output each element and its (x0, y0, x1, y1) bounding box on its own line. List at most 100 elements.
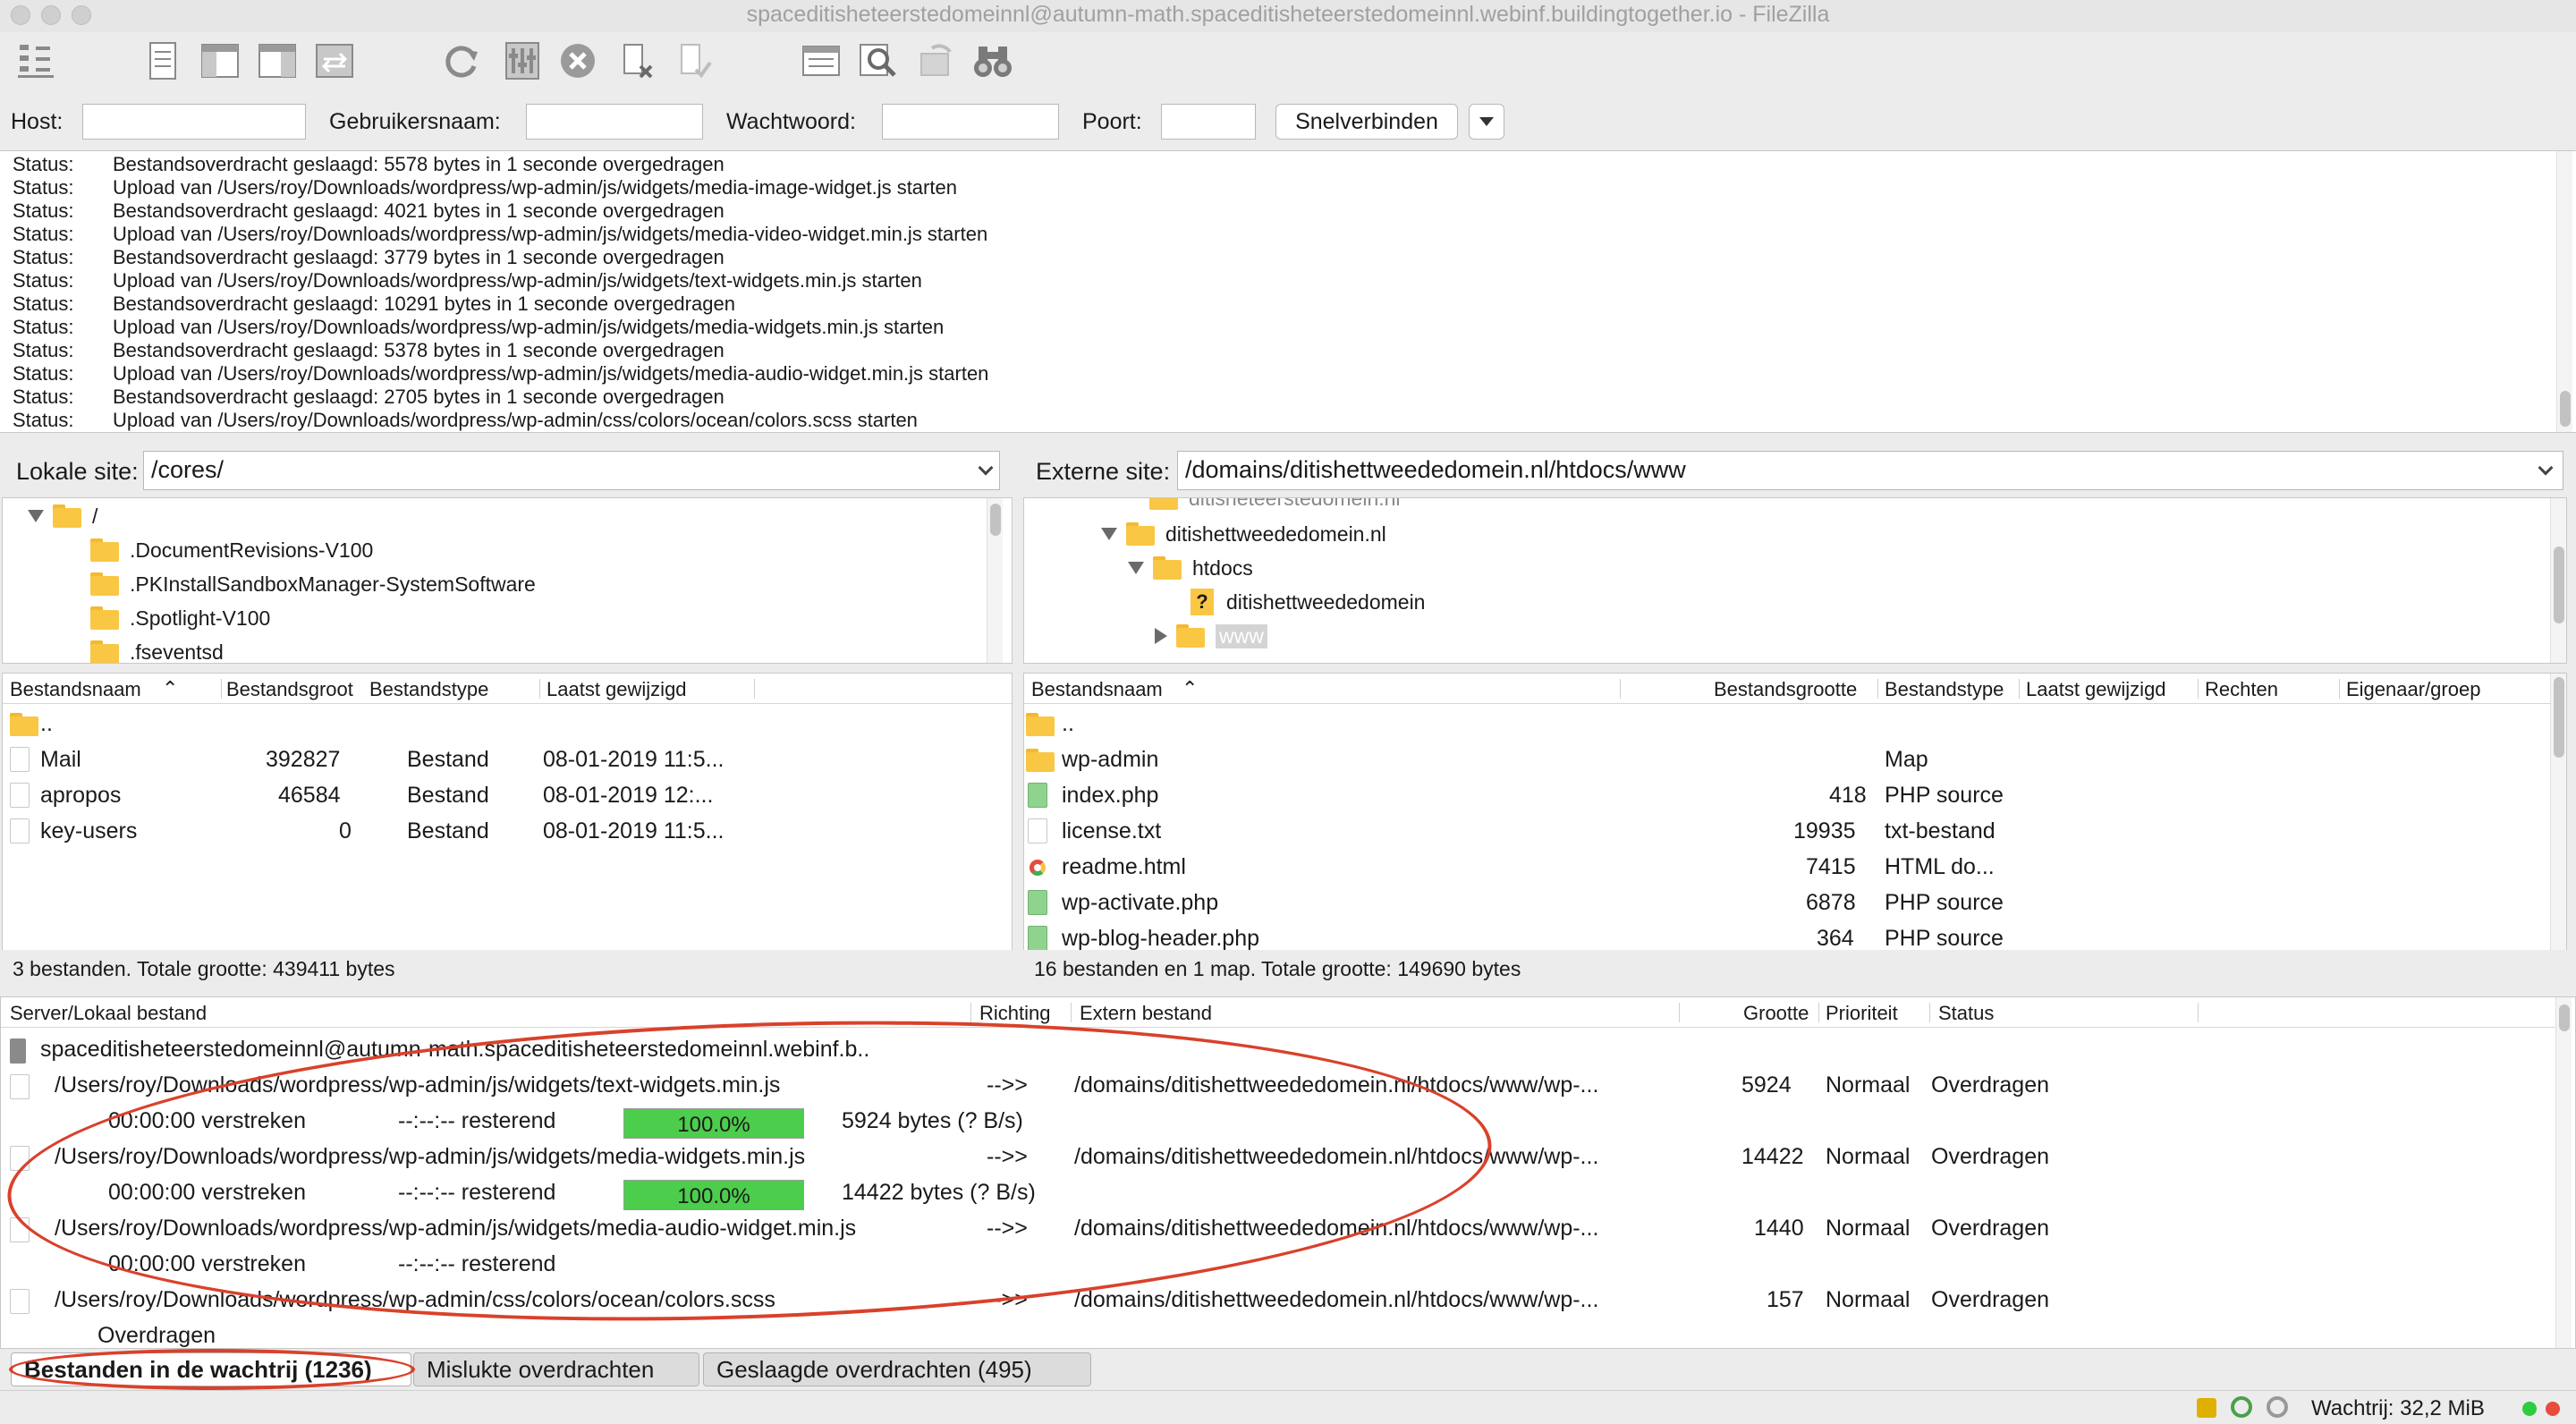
tree-item[interactable]: htdocs (1128, 552, 1253, 584)
php-file-icon (1028, 890, 1047, 915)
list-item[interactable]: readme.html 7415 HTML do... (1024, 849, 2550, 885)
tree-item[interactable]: ditisheteerstedomein.nl (1149, 498, 1401, 514)
tab-queued-files[interactable]: Bestanden in de wachtrij (1236) (11, 1352, 411, 1386)
remote-tree[interactable]: ditisheteerstedomein.nl ditishettweededo… (1023, 497, 2567, 664)
tab-failed-transfers[interactable]: Mislukte overdrachten (413, 1352, 699, 1386)
remote-column-header: Bestandsnaam ⌃ Bestandsgrootte Bestandst… (1024, 674, 2550, 704)
column-server-local[interactable]: Server/Lokaal bestand (10, 1002, 207, 1025)
refresh-icon[interactable] (436, 36, 487, 86)
local-site-bar: Lokale site: /cores/ (0, 447, 1011, 494)
log-scrollbar[interactable] (2556, 151, 2572, 432)
column-permissions[interactable]: Rechten (2205, 678, 2278, 701)
column-name[interactable]: Bestandsnaam (10, 678, 141, 701)
remote-file-list[interactable]: Bestandsnaam ⌃ Bestandsgrootte Bestandst… (1023, 673, 2567, 952)
local-path-input[interactable]: /cores/ (143, 451, 1000, 490)
column-status[interactable]: Status (1938, 1002, 1994, 1025)
synchronized-browsing-icon[interactable] (911, 36, 961, 86)
remote-status: 16 bestanden en 1 map. Totale grootte: 1… (1023, 950, 2567, 986)
transfer-queue[interactable]: Server/Lokaal bestand Richting Extern be… (0, 996, 2576, 1349)
remote-path-dropdown[interactable] (2529, 451, 2562, 490)
column-size[interactable]: Grootte (1743, 1002, 1809, 1025)
php-file-icon (1028, 926, 1047, 951)
list-item[interactable]: wp-blog-header.php 364 PHP source (1024, 920, 2550, 951)
folder-icon (1149, 498, 1178, 510)
message-log[interactable]: Status: Bestandsoverdracht geslaagd: 5578… (0, 150, 2576, 433)
list-item[interactable]: wp-admin Map (1024, 742, 2550, 777)
cancel-icon[interactable] (553, 36, 603, 86)
list-item[interactable]: key-users 0 Bestand 08-01-2019 11:5... (3, 813, 1012, 849)
queue-scrollbar[interactable] (2555, 997, 2572, 1348)
local-tree[interactable]: / .DocumentRevisions-V100 .PKInstallSand… (2, 497, 1013, 664)
reconnect-icon[interactable] (669, 36, 719, 86)
host-input[interactable] (82, 104, 306, 140)
message-log-icon[interactable] (138, 36, 188, 86)
column-direction[interactable]: Richting (979, 1002, 1050, 1025)
list-item[interactable]: .. (3, 706, 1012, 742)
tab-successful-transfers[interactable]: Geslaagde overdrachten (495) (703, 1352, 1091, 1386)
column-owner[interactable]: Eigenaar/groep (2346, 678, 2480, 701)
column-type[interactable]: Bestandstype (369, 678, 488, 701)
quickconnect-history-button[interactable] (1469, 104, 1504, 140)
queue-server-row[interactable]: spaceditisheteerstedomeinnl@autumn-math.… (1, 1033, 2555, 1067)
column-size[interactable]: Bestandsgroot (226, 678, 353, 701)
queue-item-progress: 00:00:00 verstreken --:--:-- resterend 1… (108, 1180, 1036, 1210)
remote-list-scrollbar[interactable] (2550, 674, 2566, 951)
folder-icon (53, 504, 81, 528)
tree-item[interactable]: ditishettweededomein.nl (1101, 518, 1386, 550)
tree-item[interactable]: .Spotlight-V100 (90, 602, 270, 634)
local-path-dropdown[interactable] (970, 451, 1002, 490)
tree-item[interactable]: / (28, 500, 97, 532)
tree-item[interactable]: .fseventsd (90, 636, 224, 663)
folder-icon (90, 538, 119, 562)
list-item[interactable]: index.php 418 PHP source (1024, 777, 2550, 813)
list-item[interactable]: wp-activate.php 6878 PHP source (1024, 885, 2550, 920)
column-priority[interactable]: Prioriteit (1826, 1002, 1898, 1025)
disconnect-icon[interactable] (612, 36, 662, 86)
filter-icon[interactable] (497, 36, 547, 86)
quickconnect-button[interactable]: Snelverbinden (1275, 104, 1458, 140)
file-icon (10, 1074, 30, 1099)
port-input[interactable] (1161, 104, 1256, 140)
column-type[interactable]: Bestandstype (1885, 678, 2004, 701)
transfer-queue-icon[interactable] (309, 36, 360, 86)
tree-item[interactable]: .PKInstallSandboxManager-SystemSoftware (90, 568, 536, 600)
column-size[interactable]: Bestandsgrootte (1714, 678, 1857, 701)
folder-icon (1176, 624, 1205, 648)
binoculars-icon[interactable] (968, 36, 1018, 86)
progress-bar: 100.0% (623, 1108, 804, 1139)
chevron-down-icon (2538, 460, 2554, 476)
username-input[interactable] (526, 104, 703, 140)
column-remote-file[interactable]: Extern bestand (1080, 1002, 1212, 1025)
site-manager-icon[interactable] (11, 36, 61, 86)
queue-item[interactable]: /Users/roy/Downloads/wordpress/wp-admin/… (1, 1212, 2555, 1246)
column-name[interactable]: Bestandsnaam (1031, 678, 1163, 701)
list-item[interactable]: apropos 46584 Bestand 08-01-2019 12:... (3, 777, 1012, 813)
local-tree-scrollbar[interactable] (987, 498, 1003, 663)
folder-icon (10, 713, 38, 736)
local-file-list[interactable]: Bestandsnaam ⌃ Bestandsgroot Bestandstyp… (2, 673, 1013, 952)
toolbar (0, 32, 2576, 93)
queue-item[interactable]: /Users/roy/Downloads/wordpress/wp-admin/… (1, 1069, 2555, 1103)
search-remote-icon[interactable] (853, 36, 903, 86)
chevron-down-icon (978, 460, 994, 476)
directory-listing-icon[interactable] (796, 36, 846, 86)
tree-item[interactable]: .DocumentRevisions-V100 (90, 534, 373, 566)
queue-item[interactable]: /Users/roy/Downloads/wordpress/wp-admin/… (1, 1140, 2555, 1174)
queue-item[interactable]: /Users/roy/Downloads/wordpress/wp-admin/… (1, 1284, 2555, 1318)
list-item[interactable]: .. (1024, 706, 2550, 742)
remote-tree-icon[interactable] (252, 36, 302, 86)
port-label: Poort: (1082, 109, 1142, 134)
local-tree-icon[interactable] (195, 36, 245, 86)
list-item[interactable]: license.txt 19935 txt-bestand (1024, 813, 2550, 849)
file-icon (10, 1217, 30, 1242)
column-modified[interactable]: Laatst gewijzigd (2026, 678, 2166, 701)
column-modified[interactable]: Laatst gewijzigd (547, 678, 687, 701)
list-item[interactable]: Mail 392827 Bestand 08-01-2019 11:5... (3, 742, 1012, 777)
unknown-folder-icon: ? (1191, 589, 1214, 615)
file-icon (10, 1289, 30, 1314)
password-input[interactable] (882, 104, 1059, 140)
remote-path-input[interactable]: /domains/ditishettweededomein.nl/htdocs/… (1177, 451, 2563, 490)
tree-item-selected[interactable]: www (1155, 620, 1267, 652)
remote-tree-scrollbar[interactable] (2550, 498, 2566, 663)
tree-item[interactable]: ? ditishettweededomein (1191, 586, 1425, 618)
